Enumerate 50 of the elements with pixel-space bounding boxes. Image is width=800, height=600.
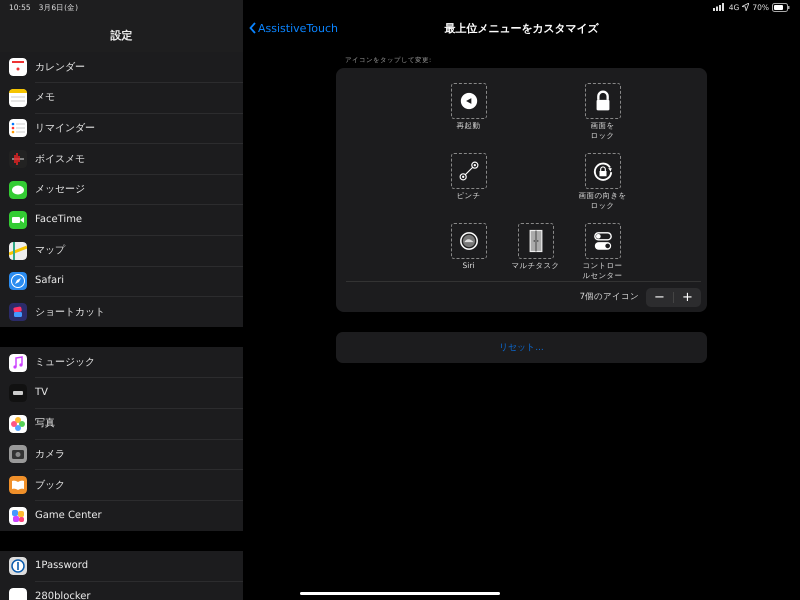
- app-icon: [9, 272, 27, 290]
- settings-item[interactable]: ショートカット: [0, 296, 243, 328]
- app-icon: [9, 354, 27, 372]
- menu-slot[interactable]: [450, 83, 486, 119]
- location-arrow-icon: [742, 3, 750, 11]
- settings-item[interactable]: メッセージ: [0, 174, 243, 205]
- settings-item[interactable]: リマインダー: [0, 113, 243, 144]
- app-icon: [9, 180, 27, 199]
- settings-item[interactable]: ミュージック: [0, 347, 243, 378]
- settings-item[interactable]: 280blocker: [0, 582, 243, 600]
- settings-item[interactable]: TV: [0, 378, 243, 409]
- decrement-button[interactable]: −: [646, 288, 673, 306]
- battery-icon: [772, 2, 790, 12]
- settings-item[interactable]: 1Password: [0, 550, 243, 582]
- chevron-left-icon: [249, 22, 256, 34]
- page-title: 最上位メニューをカスタマイズ: [444, 22, 598, 34]
- app-icon: [9, 119, 27, 138]
- app-icon: [9, 58, 27, 76]
- app-icon: [9, 242, 27, 260]
- settings-item[interactable]: マップ: [0, 236, 243, 266]
- app-icon: [9, 211, 27, 230]
- app-icon: [9, 303, 27, 322]
- app-icon: [9, 557, 27, 576]
- menu-slot[interactable]: [584, 223, 620, 259]
- sidebar-title: 設定: [109, 28, 134, 43]
- menu-slot[interactable]: [518, 223, 554, 259]
- app-icon: [9, 384, 27, 402]
- settings-item[interactable]: Safari: [0, 266, 243, 297]
- app-icon: [9, 476, 27, 494]
- app-icon: [9, 88, 27, 107]
- settings-item[interactable]: FaceTime: [0, 204, 243, 236]
- app-icon: [9, 414, 27, 433]
- signal-icon: [712, 3, 726, 11]
- settings-item[interactable]: ブック: [0, 470, 243, 500]
- settings-item[interactable]: Game Center: [0, 500, 243, 531]
- settings-item[interactable]: 写真: [0, 408, 243, 440]
- app-icon: [9, 506, 27, 525]
- menu-slot[interactable]: [450, 153, 486, 189]
- icon-count: 7個のアイコン: [580, 291, 639, 303]
- app-icon: [9, 445, 27, 464]
- menu-slot[interactable]: [584, 153, 620, 189]
- menu-slot[interactable]: [450, 223, 486, 259]
- settings-item[interactable]: カレンダー: [0, 52, 243, 83]
- back-button[interactable]: AssistiveTouch: [249, 22, 338, 34]
- settings-item[interactable]: ボイスメモ: [0, 144, 243, 174]
- menu-slot[interactable]: [584, 83, 620, 119]
- settings-item[interactable]: メモ: [0, 82, 243, 114]
- increment-button[interactable]: +: [674, 288, 701, 306]
- app-icon: [9, 150, 27, 168]
- settings-item[interactable]: カメラ: [0, 439, 243, 470]
